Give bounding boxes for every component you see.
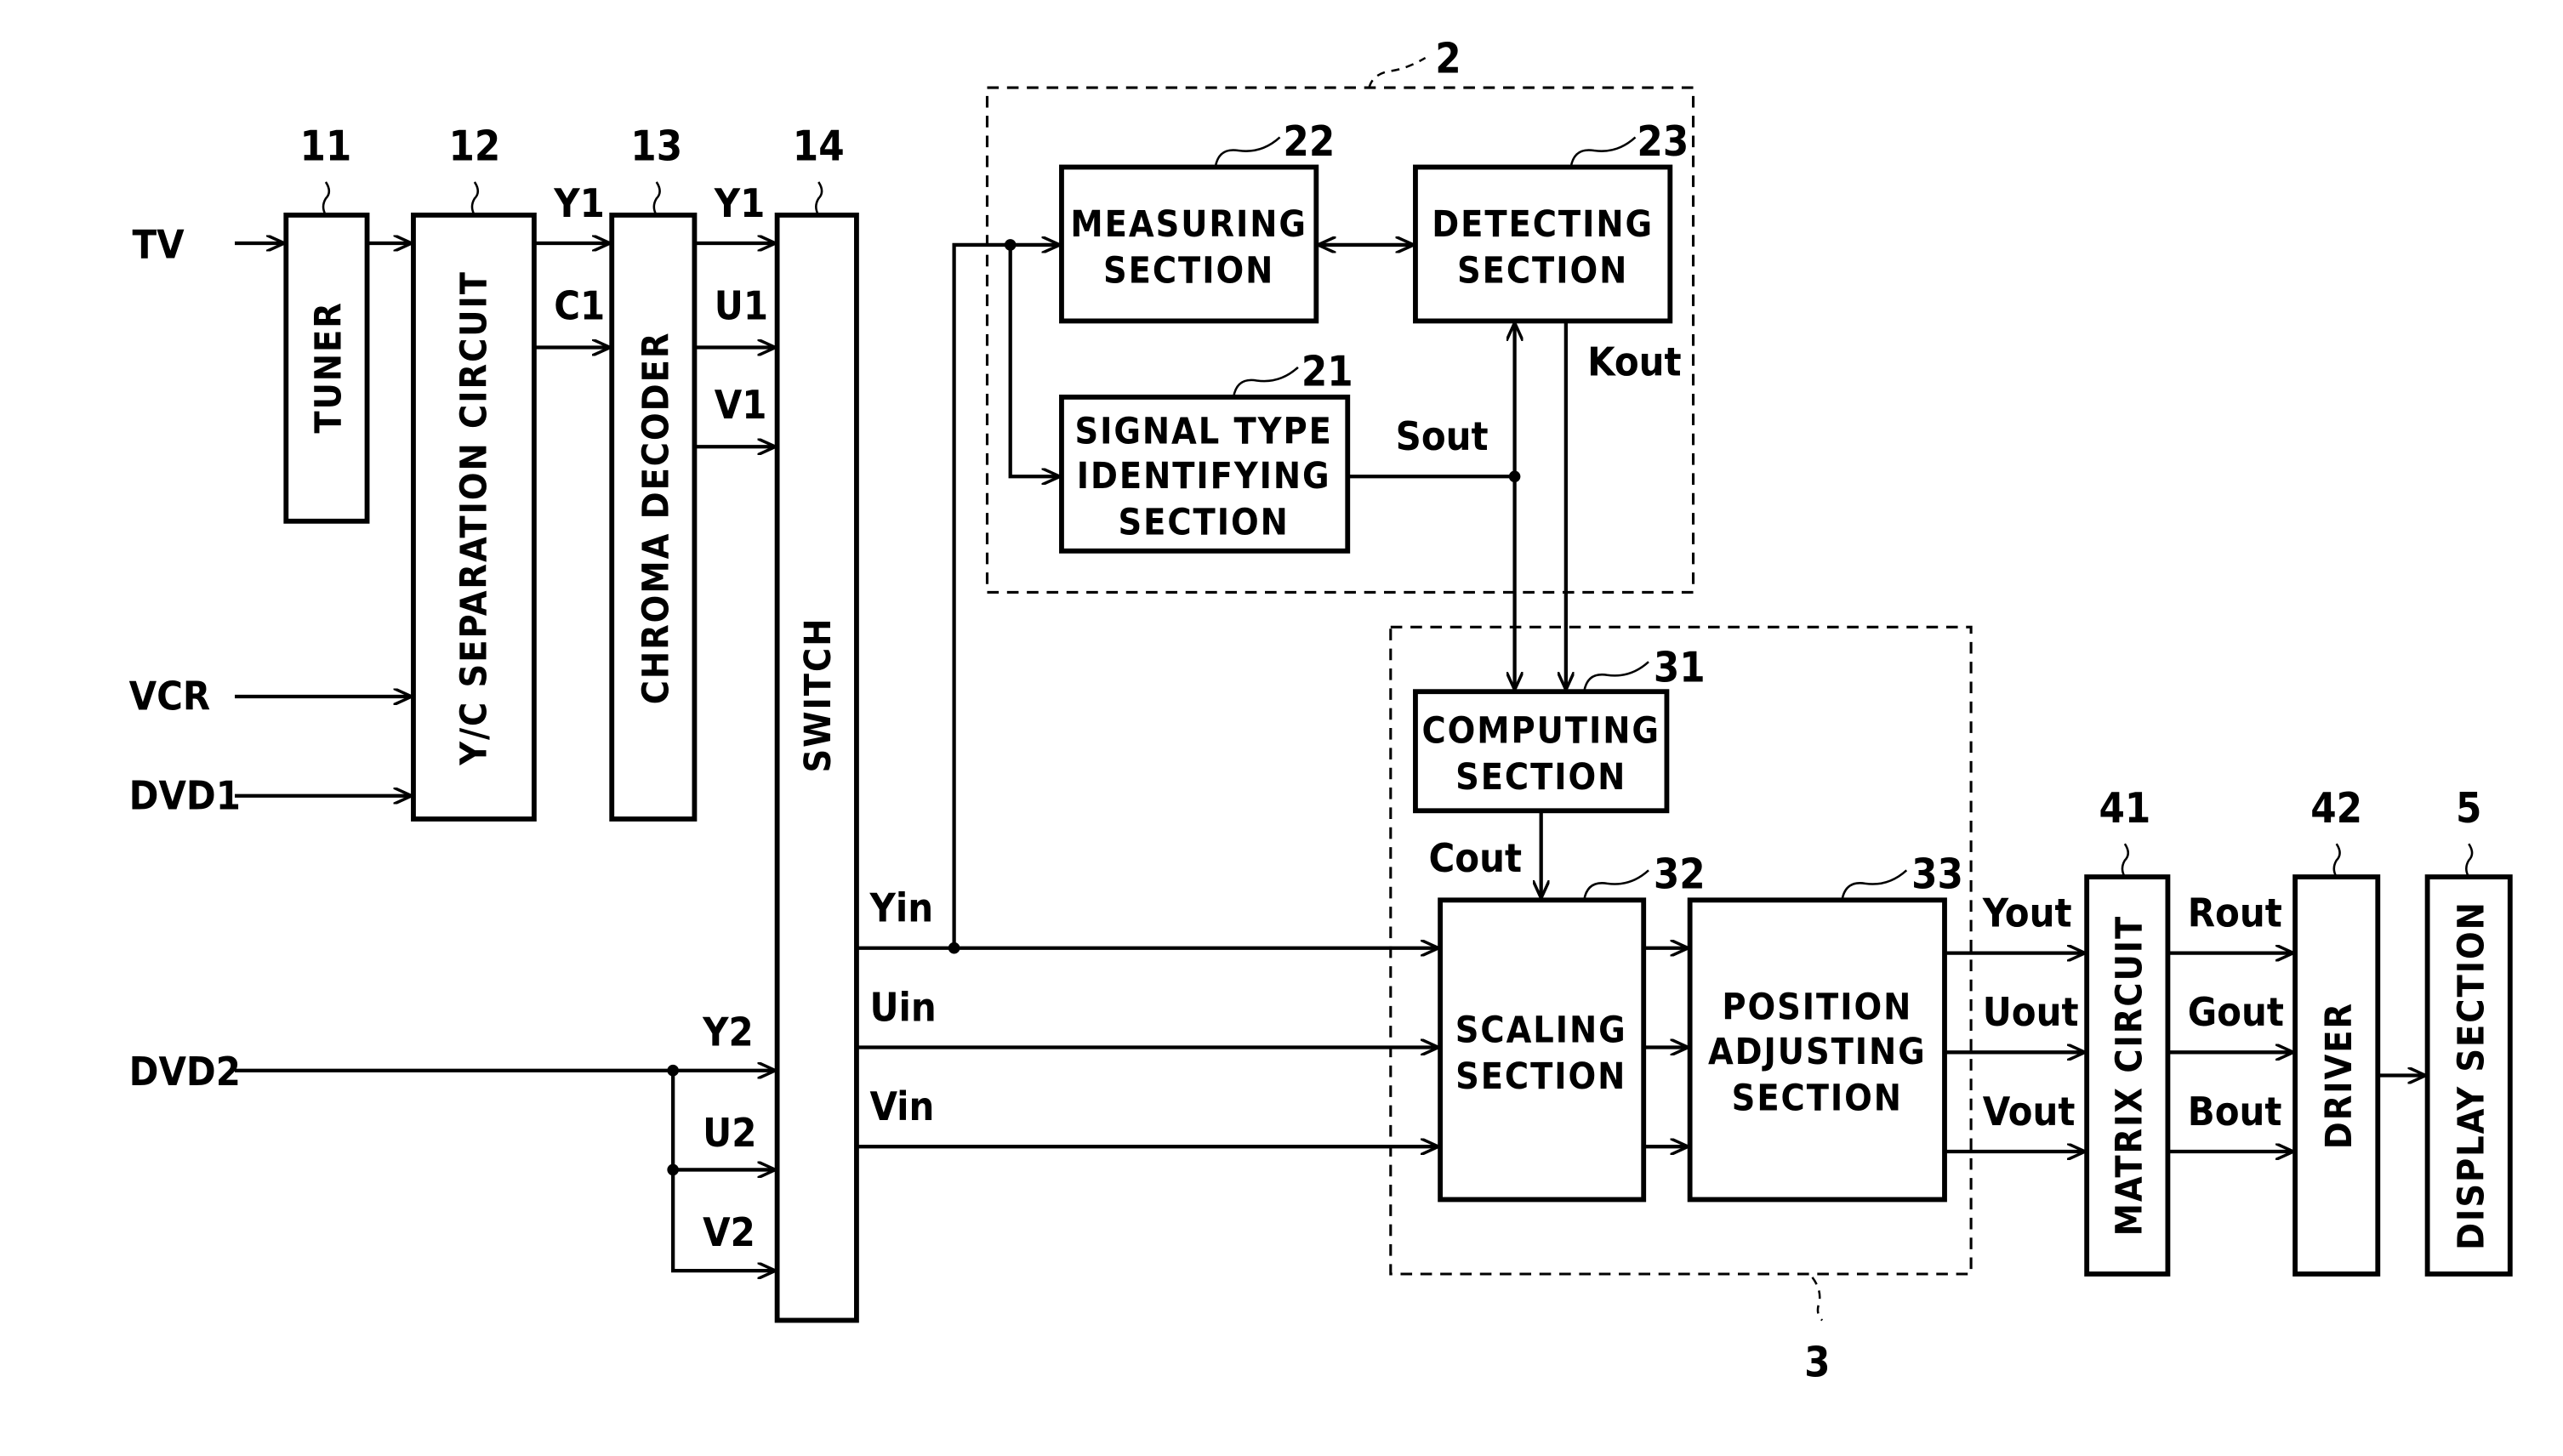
leader-21 xyxy=(1232,366,1299,398)
computing-section-block: COMPUTING SECTION xyxy=(1413,689,1670,814)
driver-block: DRIVER xyxy=(2292,874,2381,1277)
tuner-block: TUNER xyxy=(283,212,370,524)
identifying-label-line-1: SIGNAL TYPE xyxy=(1074,410,1332,452)
ref-13: 13 xyxy=(630,123,682,171)
junction-dvd2-y xyxy=(667,1064,679,1077)
chroma-decoder-label: CHROMA DECODER xyxy=(635,332,677,705)
detecting-section-block: DETECTING SECTION xyxy=(1413,164,1673,324)
leader-2 xyxy=(1368,56,1427,88)
yc-separation-block: Y/C SEPARATION CIRCUIT xyxy=(411,212,537,822)
ref-33: 33 xyxy=(1911,851,1963,899)
detecting-label-line-2: SECTION xyxy=(1457,250,1628,293)
ref-12: 12 xyxy=(448,123,500,171)
scaling-label-line-1: SCALING xyxy=(1455,1010,1627,1052)
computing-label-line-1: COMPUTING xyxy=(1421,709,1660,752)
input-label-vcr: VCR xyxy=(129,674,211,720)
ref-14: 14 xyxy=(793,123,845,171)
ref-32: 32 xyxy=(1654,851,1706,899)
ref-41: 41 xyxy=(2099,785,2150,833)
signal-label-u2: U2 xyxy=(703,1111,756,1157)
input-label-tv: TV xyxy=(133,222,185,268)
signal-label-u1: U1 xyxy=(715,283,768,329)
leader-12 xyxy=(470,181,480,216)
ref-42: 42 xyxy=(2310,785,2362,833)
ref-22: 22 xyxy=(1283,118,1335,166)
signal-label-y2: Y2 xyxy=(702,1010,754,1056)
signal-label-gout: Gout xyxy=(2188,990,2284,1036)
signal-label-bout: Bout xyxy=(2188,1089,2282,1135)
leader-11 xyxy=(322,181,331,216)
position-adjusting-section-block: POSITION ADJUSTING SECTION xyxy=(1687,897,1947,1203)
display-section-block: DISPLAY SECTION xyxy=(2424,874,2513,1277)
scaling-section-block: SCALING SECTION xyxy=(1438,897,1647,1203)
signal-label-v2: V2 xyxy=(703,1210,755,1256)
wire-yin-branch-measuring xyxy=(952,245,1060,948)
input-label-dvd2: DVD2 xyxy=(129,1049,241,1095)
ref-3: 3 xyxy=(1804,1339,1830,1387)
measuring-section-block: MEASURING SECTION xyxy=(1059,164,1319,324)
measuring-label-line-1: MEASURING xyxy=(1070,203,1307,246)
matrix-circuit-block: MATRIX CIRCUIT xyxy=(2084,874,2171,1277)
signal-label-y1-a: Y1 xyxy=(553,181,605,227)
leader-13 xyxy=(652,181,661,216)
leader-42 xyxy=(2332,843,2341,878)
signal-label-kout: Kout xyxy=(1587,340,1681,386)
leader-32 xyxy=(1582,869,1649,901)
tuner-label: TUNER xyxy=(307,301,350,433)
matrix-circuit-label: MATRIX CIRCUIT xyxy=(2108,915,2150,1237)
signal-label-cout: Cout xyxy=(1429,836,1523,882)
display-section-label: DISPLAY SECTION xyxy=(2451,901,2493,1250)
switch-block: SWITCH xyxy=(774,212,859,1323)
leader-33 xyxy=(1841,869,1908,901)
leader-23 xyxy=(1569,136,1637,168)
yc-separation-label: Y/C SEPARATION CIRCUIT xyxy=(453,270,496,766)
input-label-dvd1: DVD1 xyxy=(129,773,241,819)
leader-3 xyxy=(1811,1277,1824,1322)
signal-label-uin: Uin xyxy=(869,985,936,1031)
scaling-label-line-2: SECTION xyxy=(1455,1055,1626,1098)
identifying-label-line-2: IDENTIFYING xyxy=(1077,455,1331,498)
wire-yin-branch-identifying xyxy=(1008,244,1060,476)
signal-label-uout: Uout xyxy=(1983,990,2079,1036)
block-diagram: TV VCR DVD1 DVD2 TUNER 11 Y/C SEPARATION… xyxy=(129,36,2513,1387)
position-label-line-3: SECTION xyxy=(1732,1077,1903,1119)
signal-type-identifying-block: SIGNAL TYPE IDENTIFYING SECTION xyxy=(1059,394,1351,554)
leader-14 xyxy=(815,181,823,216)
leader-41 xyxy=(2121,843,2130,878)
signal-label-vout: Vout xyxy=(1983,1089,2076,1135)
ref-23: 23 xyxy=(1637,118,1689,166)
position-label-line-2: ADJUSTING xyxy=(1708,1031,1927,1073)
signal-label-rout: Rout xyxy=(2188,890,2282,936)
chroma-decoder-block: CHROMA DECODER xyxy=(609,212,698,822)
ref-2: 2 xyxy=(1435,36,1461,83)
switch-label: SWITCH xyxy=(797,617,840,773)
ref-11: 11 xyxy=(300,123,352,171)
signal-label-v1: V1 xyxy=(715,383,767,429)
driver-label: DRIVER xyxy=(2318,1002,2361,1149)
leader-31 xyxy=(1582,661,1649,692)
leader-5 xyxy=(2465,843,2474,878)
junction-measuring-branch xyxy=(1004,239,1017,251)
computing-label-line-2: SECTION xyxy=(1455,756,1626,799)
ref-5: 5 xyxy=(2456,785,2481,833)
signal-label-yin: Yin xyxy=(869,886,933,932)
ref-21: 21 xyxy=(1301,348,1353,395)
measuring-label-line-2: SECTION xyxy=(1103,250,1274,293)
signal-label-yout: Yout xyxy=(1982,890,2072,936)
signal-label-sout: Sout xyxy=(1396,414,1489,460)
signal-label-c1: C1 xyxy=(554,283,605,329)
identifying-label-line-3: SECTION xyxy=(1119,501,1290,543)
signal-label-y1-b: Y1 xyxy=(714,181,766,227)
position-label-line-1: POSITION xyxy=(1722,986,1912,1028)
ref-31: 31 xyxy=(1654,645,1706,692)
leader-22 xyxy=(1214,136,1281,168)
signal-label-vin: Vin xyxy=(869,1084,934,1130)
detecting-label-line-1: DETECTING xyxy=(1432,203,1654,246)
junction-dvd2-u xyxy=(667,1163,679,1176)
